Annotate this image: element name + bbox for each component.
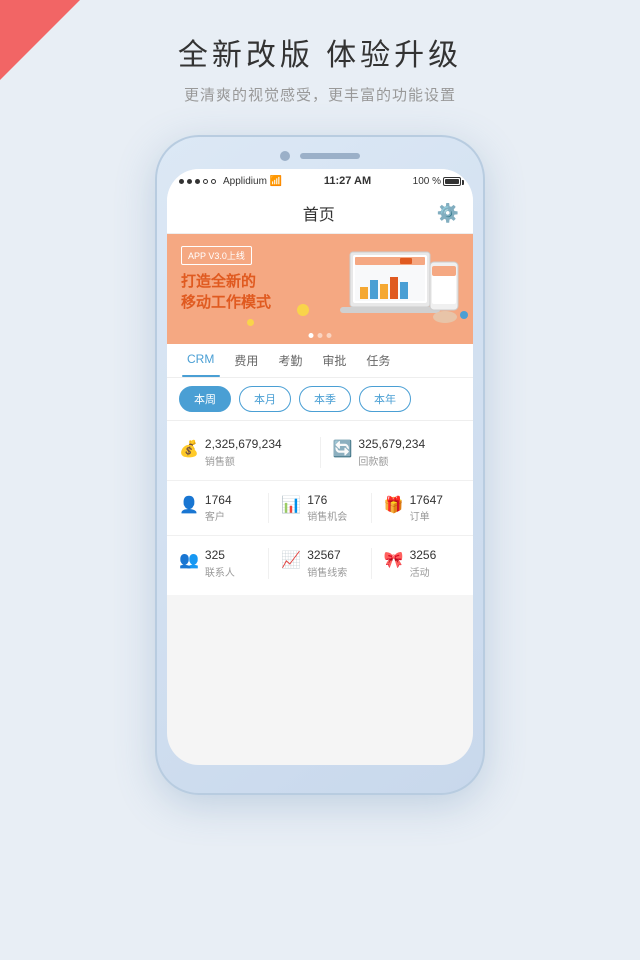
filter-btn-本年[interactable]: 本年 [359, 386, 411, 412]
signal-dot-3 [195, 179, 200, 184]
stat-item-销售额: 💰 2,325,679,234 销售额 [167, 433, 320, 472]
stat-content: 2,325,679,234 销售额 [205, 437, 282, 468]
stat-content: 1764 客户 [205, 493, 232, 524]
nav-title: 首页 [303, 201, 335, 225]
status-bar: Applidium 📶 11:27 AM 100 % [167, 169, 473, 193]
filter-btn-本月[interactable]: 本月 [239, 386, 291, 412]
signal-dot-5 [211, 179, 216, 184]
deco-circle-4 [247, 319, 254, 326]
stat-label: 联系人 [205, 564, 235, 579]
stat-icon: 👥 [179, 550, 199, 570]
stat-icon: 📈 [281, 550, 301, 570]
stat-value: 1764 [205, 493, 232, 509]
banner-line2: 移动工作模式 [181, 294, 271, 311]
battery-percent: 100 % [413, 176, 441, 187]
signal-dot-4 [203, 179, 208, 184]
tab-CRM[interactable]: CRM [177, 344, 224, 377]
tab-考勤[interactable]: 考勤 [268, 344, 312, 377]
stat-value: 325,679,234 [358, 437, 425, 453]
tab-任务[interactable]: 任务 [356, 344, 400, 377]
stat-content: 176 销售机会 [307, 493, 347, 524]
stat-item-联系人: 👥 325 联系人 [167, 544, 268, 583]
filter-btn-本周[interactable]: 本周 [179, 386, 231, 412]
deco-circle-1 [297, 304, 309, 316]
top-section: 全新改版 体验升级 更清爽的视觉感受，更丰富的功能设置 [0, 0, 640, 125]
carrier-name: Applidium [223, 176, 267, 187]
battery-indicator: 100 % [413, 176, 461, 187]
phone-mockup: Applidium 📶 11:27 AM 100 % 首页 ⚙️ [0, 135, 640, 795]
phone-camera [280, 151, 290, 161]
stat-value: 2,325,679,234 [205, 437, 282, 453]
top-subtitle: 更清爽的视觉感受，更丰富的功能设置 [0, 84, 640, 105]
stats-row-0: 💰 2,325,679,234 销售额 🔄 325,679,234 回款额 [167, 425, 473, 481]
stat-label: 销售额 [205, 453, 282, 468]
stat-label: 客户 [205, 508, 232, 523]
stat-icon: 🎀 [384, 550, 404, 570]
stat-icon: 👤 [179, 495, 199, 515]
phone-top-bar [167, 147, 473, 161]
battery-bar [443, 177, 461, 186]
stat-label: 订单 [410, 508, 443, 523]
stats-row-2: 👥 325 联系人 📈 32567 销售线索 🎀 3256 活动 [167, 536, 473, 591]
stats-row-1: 👤 1764 客户 📊 176 销售机会 🎁 17647 订单 [167, 481, 473, 537]
stat-value: 3256 [410, 548, 437, 564]
stat-label: 销售机会 [307, 508, 347, 523]
tabs-bar: CRM费用考勤审批任务 [167, 344, 473, 378]
phone-speaker [300, 153, 360, 159]
phone-outer: Applidium 📶 11:27 AM 100 % 首页 ⚙️ [155, 135, 485, 795]
stat-content: 3256 活动 [410, 548, 437, 579]
stat-content: 32567 销售线索 [307, 548, 347, 579]
stat-content: 325,679,234 回款额 [358, 437, 425, 468]
status-time: 11:27 AM [324, 175, 371, 187]
stat-item-客户: 👤 1764 客户 [167, 489, 268, 528]
status-left: Applidium 📶 [179, 176, 282, 187]
signal-dot-2 [187, 179, 192, 184]
settings-icon[interactable]: ⚙️ [437, 203, 459, 224]
banner-dots [309, 333, 332, 338]
stat-content: 17647 订单 [410, 493, 443, 524]
stat-item-活动: 🎀 3256 活动 [372, 544, 473, 583]
stat-label: 销售线索 [307, 564, 347, 579]
banner-tag: APP V3.0上线 [181, 246, 252, 265]
stat-icon: 🔄 [333, 439, 353, 459]
battery-fill [445, 179, 459, 184]
banner-dot-3 [327, 333, 332, 338]
banner-illustration [335, 242, 465, 332]
stat-item-回款额: 🔄 325,679,234 回款额 [321, 433, 474, 472]
wifi-icon: 📶 [270, 176, 282, 187]
banner-line1: 打造全新的 [181, 273, 256, 290]
stat-icon: 🎁 [384, 495, 404, 515]
stat-icon: 📊 [281, 495, 301, 515]
signal-dot-1 [179, 179, 184, 184]
tab-审批[interactable]: 审批 [312, 344, 356, 377]
banner-dot-1 [309, 333, 314, 338]
stat-item-销售机会: 📊 176 销售机会 [269, 489, 370, 528]
stat-content: 325 联系人 [205, 548, 235, 579]
stat-label: 回款额 [358, 453, 425, 468]
filter-btn-本季[interactable]: 本季 [299, 386, 351, 412]
stat-icon: 💰 [179, 439, 199, 459]
stat-value: 176 [307, 493, 347, 509]
stat-item-销售线索: 📈 32567 销售线索 [269, 544, 370, 583]
stat-label: 活动 [410, 564, 437, 579]
banner-dot-2 [318, 333, 323, 338]
tab-费用[interactable]: 费用 [224, 344, 268, 377]
filter-row: 本周本月本季本年 [167, 378, 473, 421]
stat-item-订单: 🎁 17647 订单 [372, 489, 473, 528]
stat-value: 32567 [307, 548, 347, 564]
top-title: 全新改版 体验升级 [0, 30, 640, 74]
stat-value: 17647 [410, 493, 443, 509]
stat-value: 325 [205, 548, 235, 564]
stats-area: 💰 2,325,679,234 销售额 🔄 325,679,234 回款额 👤 … [167, 421, 473, 595]
phone-inner: Applidium 📶 11:27 AM 100 % 首页 ⚙️ [167, 169, 473, 765]
banner: APP V3.0上线 打造全新的 移动工作模式 [167, 234, 473, 344]
nav-bar: 首页 ⚙️ [167, 193, 473, 234]
